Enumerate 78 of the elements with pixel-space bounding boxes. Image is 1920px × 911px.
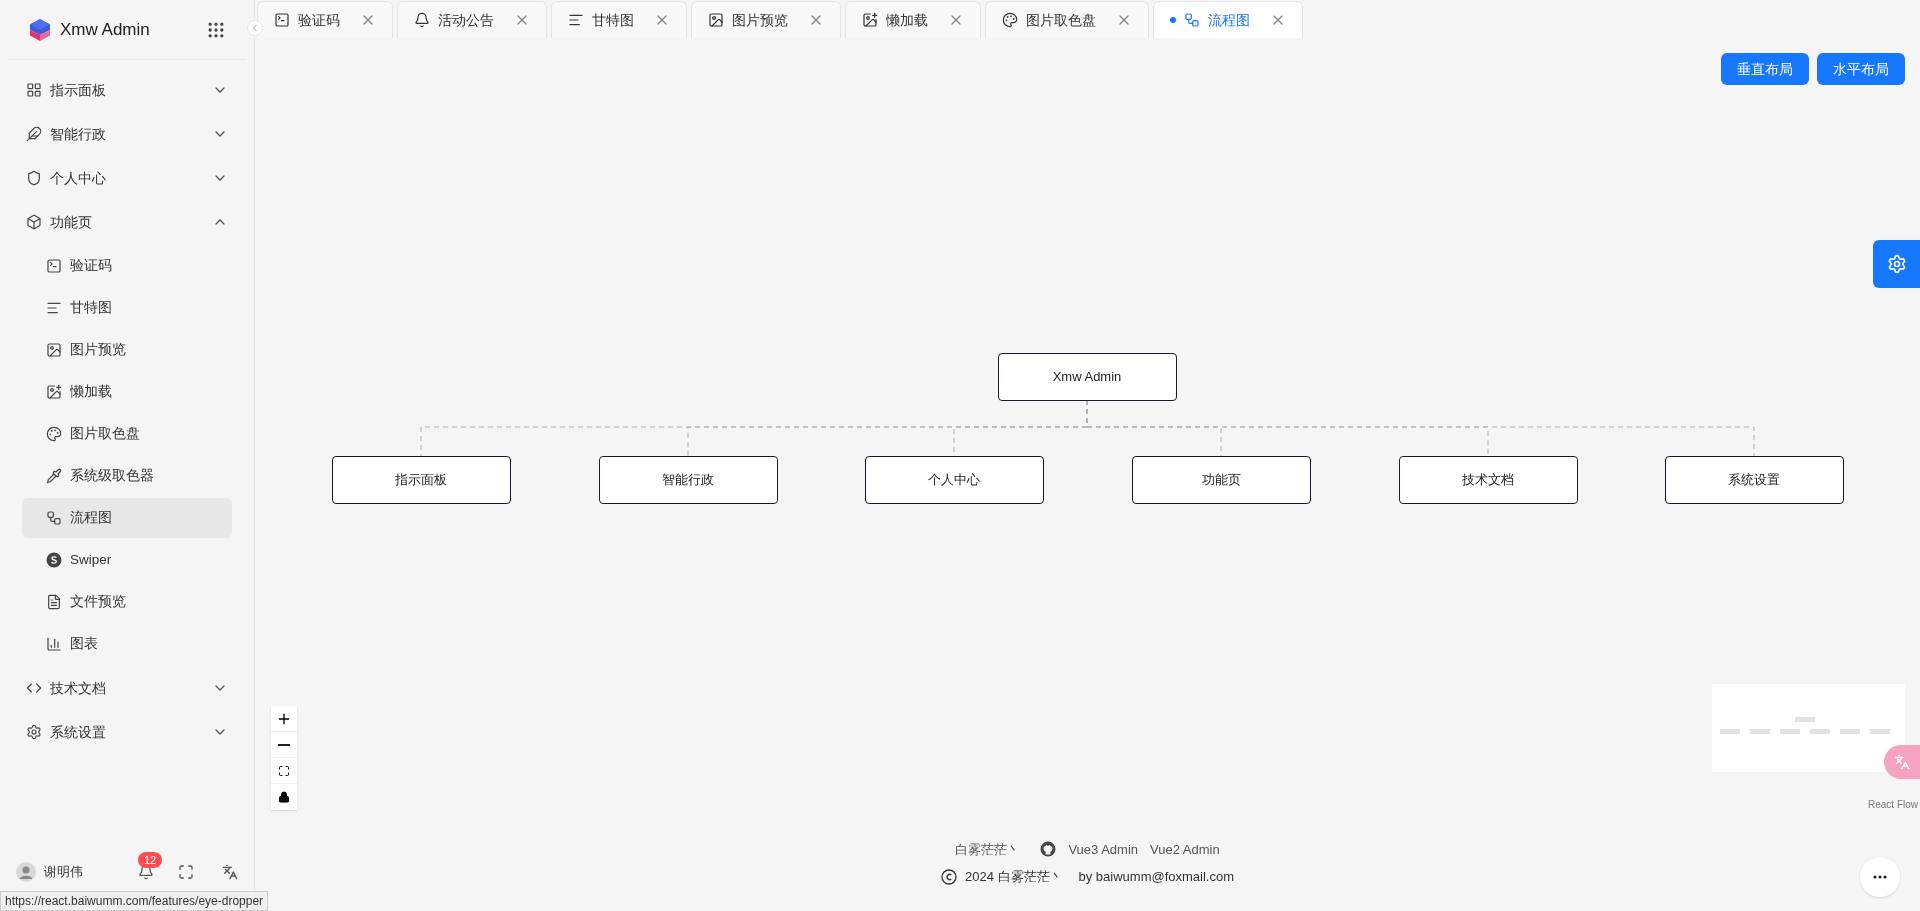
menu-item[interactable]: 文件预览 xyxy=(22,582,232,622)
flow-node[interactable]: 指示面板 xyxy=(331,456,511,504)
copyright-icon xyxy=(940,868,957,885)
settings-button[interactable] xyxy=(1873,240,1920,288)
feather-icon xyxy=(26,126,42,142)
menu-group[interactable]: 智能行政 xyxy=(22,112,232,156)
more-button[interactable] xyxy=(1860,857,1900,897)
copyright-text: 2024 白雾茫茫丶 xyxy=(964,868,1063,886)
tab[interactable]: 流程图 xyxy=(1153,1,1303,38)
menu-item[interactable]: 图片取色盘 xyxy=(22,414,232,454)
terminal-icon xyxy=(46,258,62,274)
flow-node[interactable]: 系统设置 xyxy=(1664,456,1844,504)
menu-group[interactable]: 系统设置 xyxy=(22,710,232,754)
minus-icon xyxy=(278,743,290,746)
menu-group[interactable]: 个人中心 xyxy=(22,156,232,200)
footer-link[interactable]: Vue2 Admin xyxy=(1150,839,1220,859)
flow-node[interactable]: 个人中心 xyxy=(864,456,1044,504)
author-text: 白雾茫茫丶 xyxy=(955,840,1021,859)
s-circle-icon xyxy=(46,552,62,568)
avatar[interactable] xyxy=(16,862,36,882)
cube-icon xyxy=(26,214,42,230)
user-name: 谢明伟 xyxy=(44,863,83,882)
terminal-icon xyxy=(274,12,290,28)
attribution-text[interactable]: React Flow xyxy=(1868,797,1918,812)
image-icon xyxy=(46,342,62,358)
tab[interactable]: 图片预览 xyxy=(691,1,841,38)
more-icon xyxy=(1873,875,1887,879)
logo-icon xyxy=(28,17,52,42)
tab[interactable]: 懒加载 xyxy=(845,1,981,38)
menu-item[interactable]: Swiper xyxy=(22,540,232,580)
settings-icon xyxy=(1886,254,1907,274)
pipette-icon xyxy=(46,468,62,484)
layout-button[interactable]: 垂直布局 xyxy=(1721,53,1809,85)
palette-icon xyxy=(46,426,62,442)
bar-chart-icon xyxy=(46,636,62,652)
translate-button[interactable] xyxy=(1884,745,1920,779)
app-title: Xmw Admin xyxy=(60,18,150,41)
bell-icon xyxy=(414,12,430,28)
workflow-icon xyxy=(1184,12,1200,28)
menu-item[interactable]: 验证码 xyxy=(22,246,232,286)
flow-node[interactable]: 技术文档 xyxy=(1398,456,1578,504)
contact-text: by baiwumm@foxmail.com xyxy=(1078,868,1235,886)
status-url-tooltip: https://react.baiwumm.com/features/eye-dropper xyxy=(0,891,269,911)
menu-group[interactable]: 指示面板 xyxy=(22,68,232,112)
language-icon[interactable] xyxy=(222,864,238,880)
menu-item[interactable]: 图表 xyxy=(22,624,232,664)
menu-item[interactable]: 甘特图 xyxy=(22,288,232,328)
menu-item[interactable]: 图片预览 xyxy=(22,330,232,370)
menu-item[interactable]: 系统级取色器 xyxy=(22,456,232,496)
github-icon[interactable] xyxy=(1040,841,1057,858)
menu-group[interactable]: 功能页 xyxy=(22,200,232,244)
menu-group[interactable]: 技术文档 xyxy=(22,666,232,710)
translate-icon xyxy=(1894,754,1910,770)
fullscreen-icon[interactable] xyxy=(178,864,194,880)
tab[interactable]: 甘特图 xyxy=(551,1,687,38)
grid-icon xyxy=(26,82,42,98)
lock-icon xyxy=(278,791,290,803)
file-icon xyxy=(46,594,62,610)
tab[interactable]: 活动公告 xyxy=(397,1,547,38)
fit-view-icon xyxy=(278,764,290,777)
tab[interactable]: 验证码 xyxy=(257,1,393,38)
shield-icon xyxy=(26,170,42,186)
flow-node[interactable]: 功能页 xyxy=(1131,456,1311,504)
image-icon xyxy=(708,12,724,28)
layout-button[interactable]: 水平布局 xyxy=(1817,53,1905,85)
footer-link[interactable]: Vue3 Admin xyxy=(1068,839,1138,859)
palette-icon xyxy=(1002,12,1018,28)
tab[interactable]: 图片取色盘 xyxy=(985,1,1149,38)
flow-node[interactable]: 智能行政 xyxy=(598,456,778,504)
image-plus-icon xyxy=(862,12,878,28)
workflow-icon xyxy=(46,510,62,526)
settings-icon xyxy=(26,724,42,740)
menu-item[interactable]: 懒加载 xyxy=(22,372,232,412)
notification-badge: 12 xyxy=(138,852,163,868)
image-plus-icon xyxy=(46,384,62,400)
menu-item[interactable]: 流程图 xyxy=(22,498,232,538)
flow-node[interactable]: Xmw Admin xyxy=(997,353,1177,401)
code-icon xyxy=(26,680,42,696)
